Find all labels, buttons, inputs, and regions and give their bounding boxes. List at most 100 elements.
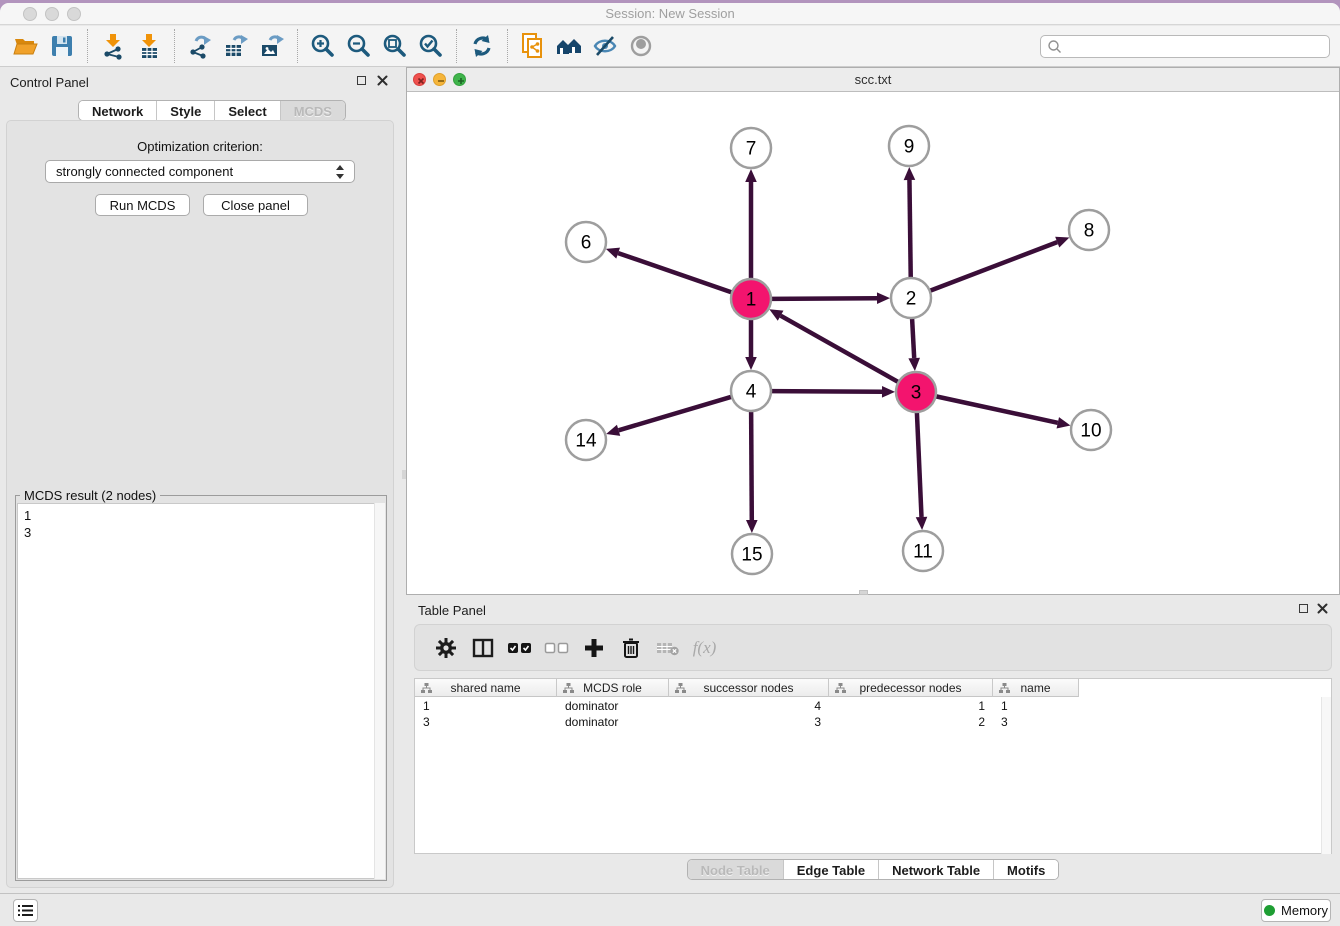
export-network-icon[interactable] xyxy=(182,28,218,64)
status-bar: Memory xyxy=(0,893,1340,926)
task-history-button[interactable] xyxy=(13,899,38,922)
tab-network-table[interactable]: Network Table xyxy=(878,860,993,879)
function-builder-icon[interactable]: f(x) xyxy=(686,630,723,666)
show-all-icon[interactable] xyxy=(623,28,659,64)
table-cell[interactable]: 3 xyxy=(669,714,829,730)
table-row[interactable]: 1dominator411 xyxy=(415,698,1331,714)
graph-edge-2-3[interactable] xyxy=(908,318,920,371)
graph-node-14[interactable]: 14 xyxy=(566,420,606,460)
network-window-title: scc.txt xyxy=(407,72,1339,87)
network-window-titlebar: scc.txt xyxy=(407,68,1339,92)
open-file-icon[interactable] xyxy=(8,28,44,64)
graph-node-9[interactable]: 9 xyxy=(889,126,929,166)
graph-node-4[interactable]: 4 xyxy=(731,371,771,411)
column-type-icon xyxy=(563,683,574,693)
table-cell[interactable]: 3 xyxy=(415,714,557,730)
hide-selected-icon[interactable] xyxy=(587,28,623,64)
delete-table-icon[interactable] xyxy=(649,630,686,666)
table-cell[interactable]: 2 xyxy=(829,714,993,730)
column-header-name[interactable]: name xyxy=(993,679,1079,697)
split-panel-icon[interactable] xyxy=(464,630,501,666)
column-type-icon xyxy=(421,683,432,693)
search-input[interactable] xyxy=(1063,37,1329,56)
export-table-icon[interactable] xyxy=(218,28,254,64)
tab-mcds[interactable]: MCDS xyxy=(280,101,345,120)
zoom-fit-icon[interactable] xyxy=(377,28,413,64)
table-tabs-bar: Node TableEdge TableNetwork TableMotifs xyxy=(406,859,1340,880)
column-header-successor-nodes[interactable]: successor nodes xyxy=(669,679,829,697)
graph-edge-1-4[interactable] xyxy=(745,319,757,370)
clone-network-icon[interactable] xyxy=(515,28,551,64)
refresh-icon[interactable] xyxy=(464,28,500,64)
delete-entry-icon[interactable] xyxy=(612,630,649,666)
settings-gear-icon[interactable] xyxy=(427,630,464,666)
tab-node-table[interactable]: Node Table xyxy=(688,860,783,879)
graph-edge-2-9[interactable] xyxy=(904,167,916,278)
table-cell[interactable]: 3 xyxy=(993,714,1079,730)
table-scrollbar[interactable] xyxy=(1321,697,1331,854)
graph-edge-1-2[interactable] xyxy=(771,292,890,304)
save-session-icon[interactable] xyxy=(44,28,80,64)
result-scrollbar[interactable] xyxy=(374,503,385,879)
graph-node-15[interactable]: 15 xyxy=(732,534,772,574)
splitter-handle[interactable] xyxy=(402,470,406,479)
optimization-criterion-select[interactable]: strongly connected component xyxy=(45,160,355,183)
table-cell[interactable]: 1 xyxy=(993,698,1079,714)
float-panel-icon[interactable] xyxy=(357,76,366,85)
graph-edge-1-7[interactable] xyxy=(745,169,757,279)
memory-button[interactable]: Memory xyxy=(1261,899,1331,922)
tab-select[interactable]: Select xyxy=(214,101,279,120)
graph-node-11[interactable]: 11 xyxy=(903,531,943,571)
svg-text:3: 3 xyxy=(911,383,922,404)
column-header-MCDS-role[interactable]: MCDS role xyxy=(557,679,669,697)
tab-network[interactable]: Network xyxy=(79,101,156,120)
float-panel-icon[interactable] xyxy=(1299,604,1308,613)
column-header-shared-name[interactable]: shared name xyxy=(415,679,557,697)
column-header-predecessor-nodes[interactable]: predecessor nodes xyxy=(829,679,993,697)
graph-edge-4-15[interactable] xyxy=(746,411,758,533)
first-neighbors-icon[interactable] xyxy=(551,28,587,64)
graph-edge-3-11[interactable] xyxy=(916,412,928,530)
table-cell[interactable]: 1 xyxy=(829,698,993,714)
run-mcds-button[interactable]: Run MCDS xyxy=(95,194,190,216)
close-panel-icon[interactable] xyxy=(1317,603,1328,614)
table-cell[interactable]: dominator xyxy=(557,698,669,714)
select-all-icon[interactable] xyxy=(501,630,538,666)
svg-text:10: 10 xyxy=(1080,421,1101,442)
graph-node-10[interactable]: 10 xyxy=(1071,410,1111,450)
table-row[interactable]: 3dominator323 xyxy=(415,714,1331,730)
close-panel-icon[interactable] xyxy=(377,75,388,86)
mcds-result-text[interactable]: 13 xyxy=(17,503,385,879)
column-type-icon xyxy=(675,683,686,693)
control-panel-title: Control Panel xyxy=(10,75,89,90)
graph-node-7[interactable]: 7 xyxy=(731,128,771,168)
tab-motifs[interactable]: Motifs xyxy=(993,860,1058,879)
import-network-icon[interactable] xyxy=(95,28,131,64)
graph-node-1[interactable]: 1 xyxy=(731,279,771,319)
zoom-out-icon[interactable] xyxy=(341,28,377,64)
graph-node-2[interactable]: 2 xyxy=(891,278,931,318)
export-image-icon[interactable] xyxy=(254,28,290,64)
tab-edge-table[interactable]: Edge Table xyxy=(783,860,878,879)
graph-edge-4-14[interactable] xyxy=(606,397,732,436)
table-cell[interactable]: 4 xyxy=(669,698,829,714)
add-entry-icon[interactable] xyxy=(575,630,612,666)
import-table-icon[interactable] xyxy=(131,28,167,64)
tab-style[interactable]: Style xyxy=(156,101,214,120)
network-canvas[interactable]: 7 9 6 8 1 2 4 3 14 10 15 11 xyxy=(407,92,1339,594)
zoom-in-icon[interactable] xyxy=(305,28,341,64)
close-panel-button[interactable]: Close panel xyxy=(203,194,308,216)
graph-edge-3-10[interactable] xyxy=(936,396,1071,428)
table-cell[interactable]: dominator xyxy=(557,714,669,730)
graph-node-3[interactable]: 3 xyxy=(896,372,936,412)
zoom-selected-icon[interactable] xyxy=(413,28,449,64)
graph-node-8[interactable]: 8 xyxy=(1069,210,1109,250)
splitter-handle[interactable] xyxy=(859,590,868,595)
graph-edge-3-1[interactable] xyxy=(769,309,898,382)
graph-edge-4-3[interactable] xyxy=(771,386,895,398)
table-cell[interactable]: 1 xyxy=(415,698,557,714)
deselect-all-icon[interactable] xyxy=(538,630,575,666)
graph-node-6[interactable]: 6 xyxy=(566,222,606,262)
graph-edge-1-6[interactable] xyxy=(606,248,732,293)
graph-edge-2-8[interactable] xyxy=(930,237,1070,291)
